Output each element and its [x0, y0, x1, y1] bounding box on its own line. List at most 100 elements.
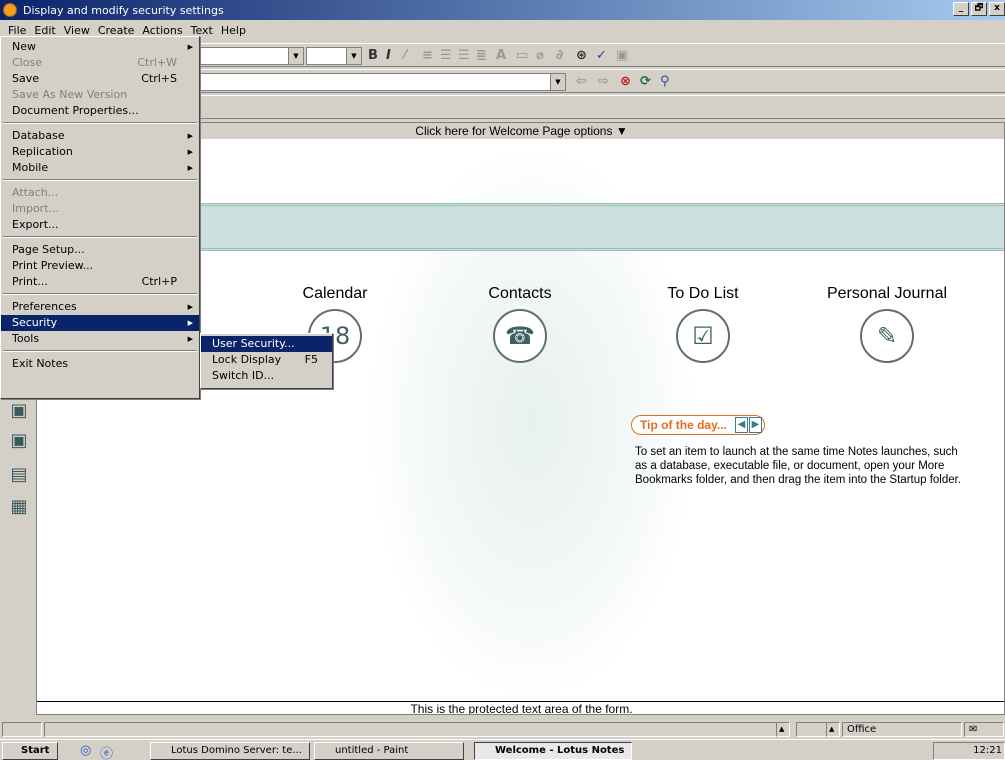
menu-item-document-properties[interactable]: Document Properties...: [1, 103, 199, 119]
menu-item-page-setup[interactable]: Page Setup...: [1, 242, 199, 258]
menu-help[interactable]: Help: [217, 24, 250, 37]
table-icon[interactable]: ▭: [516, 48, 528, 63]
menu-item-save-as-new-version: Save As New Version: [12, 88, 128, 101]
formatting-toolbar: ▼ ▼ B I ⁄ ≡ ☰ ☰ ≣ A ▭ ⌀ ∂ ⊛ ✓ ▣: [200, 43, 1005, 67]
bullet-list-icon[interactable]: ☰: [440, 48, 452, 63]
menu-item-exit-notes[interactable]: Exit Notes: [1, 356, 199, 372]
launcher-contacts[interactable]: Contacts ☎: [440, 285, 600, 363]
menu-separator: [3, 236, 197, 238]
chevron-down-icon[interactable]: ▼: [346, 48, 361, 64]
menu-item-mobile[interactable]: Mobile ▶: [1, 160, 199, 176]
window-title: Display and modify security settings: [23, 3, 224, 17]
bookmark-replicator-icon[interactable]: ▦: [8, 496, 30, 518]
text-color-icon[interactable]: A: [496, 48, 506, 63]
menu-view[interactable]: View: [60, 24, 94, 37]
taskbar: Start ◎ ⓔ Lotus Domino Server: te... unt…: [0, 739, 1005, 760]
indent-icon[interactable]: ≣: [476, 48, 487, 63]
security-submenu: User Security... Lock Display F5 Switch I…: [200, 333, 333, 389]
attach-icon[interactable]: ⌀: [536, 48, 544, 63]
tip-prev-icon[interactable]: ◀: [735, 417, 748, 433]
desktop-icon[interactable]: ◎: [80, 743, 91, 758]
menu-item-replication[interactable]: Replication ▶: [1, 144, 199, 160]
find-icon[interactable]: ⊛: [576, 48, 587, 63]
chevron-down-icon[interactable]: ▼: [550, 74, 565, 90]
refresh-icon[interactable]: ⟳: [640, 74, 651, 89]
menu-file[interactable]: File: [4, 24, 30, 37]
system-tray: 12:21: [933, 742, 1005, 760]
menu-item-export[interactable]: Export...: [1, 217, 199, 233]
launcher-label: Contacts: [488, 285, 552, 302]
menu-item-security[interactable]: Security ▶: [1, 315, 199, 331]
menu-separator: [3, 350, 197, 352]
menu-edit[interactable]: Edit: [30, 24, 59, 37]
task-lotus-notes[interactable]: Welcome - Lotus Notes: [474, 742, 632, 760]
bookmark-toolbar: [200, 95, 1005, 119]
italic-icon[interactable]: I: [386, 48, 391, 63]
chevron-down-icon[interactable]: ▼: [288, 48, 303, 64]
bookmark-folder-icon[interactable]: ▣: [8, 430, 30, 452]
search-icon[interactable]: ⚲: [660, 74, 670, 89]
menu-actions[interactable]: Actions: [138, 24, 186, 37]
start-button[interactable]: Start: [2, 742, 58, 760]
menu-item-database[interactable]: Database ▶: [1, 128, 199, 144]
forward-icon[interactable]: ⇨: [598, 74, 609, 89]
bold-icon[interactable]: B: [368, 48, 378, 63]
menu-item-switch-id[interactable]: Switch ID...: [201, 368, 332, 384]
contacts-icon[interactable]: ☎: [493, 309, 547, 363]
number-list-icon[interactable]: ☰: [458, 48, 470, 63]
link-icon[interactable]: ∂: [556, 48, 563, 63]
navigation-toolbar: ▼ ⇦ ⇨ ⊗ ⟳ ⚲: [200, 69, 1005, 93]
protected-text-area: This is the protected text area of the f…: [37, 701, 1004, 714]
tip-of-the-day: Tip of the day... ◀ ▶: [631, 415, 765, 435]
style-combo[interactable]: ▼: [200, 47, 304, 65]
task-paint[interactable]: untitled - Paint: [314, 742, 464, 760]
bookmark-database-icon[interactable]: ▤: [8, 464, 30, 486]
close-button[interactable]: x: [989, 2, 1005, 16]
location-selector[interactable]: Office: [842, 722, 962, 737]
menu-item-tools[interactable]: Tools ▶: [1, 331, 199, 347]
restore-button[interactable]: 🗗: [971, 2, 987, 16]
inbox-icon[interactable]: ✉: [964, 722, 1004, 737]
tip-next-icon[interactable]: ▶: [749, 417, 762, 433]
tip-text: To set an item to launch at the same tim…: [635, 446, 962, 486]
todo-icon[interactable]: ☑: [676, 309, 730, 363]
menu-item-print[interactable]: Print... Ctrl+P: [1, 274, 199, 290]
status-message: [44, 722, 790, 737]
highlighter-icon[interactable]: ⁄: [404, 48, 406, 63]
menu-item-save[interactable]: Save Ctrl+S: [1, 71, 199, 87]
journal-icon[interactable]: ✎: [860, 309, 914, 363]
task-domino-server[interactable]: Lotus Domino Server: te...: [150, 742, 310, 760]
menu-item-preferences[interactable]: Preferences ▶: [1, 299, 199, 315]
launcher-journal[interactable]: Personal Journal ✎: [807, 285, 967, 363]
status-bar: ▲ ▲ Office ✉: [0, 720, 1005, 738]
chevron-up-icon[interactable]: ▲: [776, 722, 790, 737]
menu-item-close: Close Ctrl+W: [12, 56, 177, 69]
menu-create[interactable]: Create: [94, 24, 139, 37]
bookmark-folder-icon[interactable]: ▣: [8, 400, 30, 422]
align-icon[interactable]: ≡: [422, 48, 433, 63]
minimize-button[interactable]: _: [953, 2, 969, 16]
back-icon[interactable]: ⇦: [576, 74, 587, 89]
file-menu: New ▶ Close Ctrl+W Save Ctrl+S Save As New …: [0, 36, 200, 399]
ie-icon[interactable]: ⓔ: [100, 743, 113, 760]
font-size-combo[interactable]: ▼: [306, 47, 362, 65]
launcher-label: Personal Journal: [826, 285, 948, 302]
address-combo[interactable]: ▼: [200, 73, 566, 91]
image-icon[interactable]: ▣: [616, 48, 628, 63]
status-indicator[interactable]: [2, 722, 42, 737]
stop-icon[interactable]: ⊗: [620, 74, 631, 89]
lotus-notes-icon: [3, 3, 17, 17]
menu-item-new[interactable]: New ▶: [1, 39, 199, 55]
menu-item-attach: Attach...: [12, 186, 59, 199]
clock[interactable]: 12:21: [973, 745, 1002, 756]
menu-item-lock-display[interactable]: Lock Display F5: [201, 352, 332, 368]
spellcheck-icon[interactable]: ✓: [596, 48, 607, 63]
menu-item-user-security[interactable]: User Security...: [201, 336, 332, 352]
menu-item-print-preview[interactable]: Print Preview...: [1, 258, 199, 274]
menu-text[interactable]: Text: [187, 24, 217, 37]
chevron-up-icon[interactable]: ▲: [826, 722, 840, 737]
title-bar[interactable]: Display and modify security settings _ 🗗…: [0, 0, 1005, 20]
launcher-label: Calendar: [302, 285, 368, 302]
menu-separator: [3, 179, 197, 181]
launcher-todo[interactable]: To Do List ☑: [623, 285, 783, 363]
